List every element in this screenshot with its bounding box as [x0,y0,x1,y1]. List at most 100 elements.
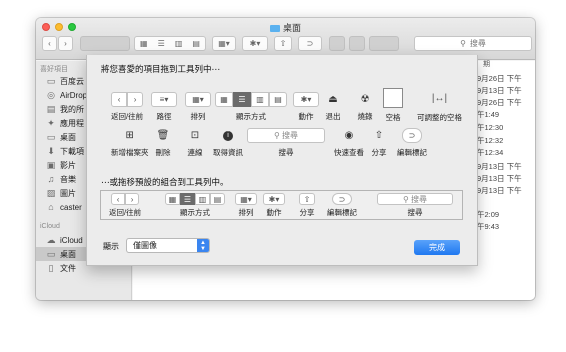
file-date: 9月26日 下午 [477,98,522,107]
file-date: 午12:34 [477,148,504,157]
pictures-icon: ▨ [46,188,56,198]
gear-icon: ✱▾ [249,39,261,48]
item-get-info[interactable]: i 取得資訊 [213,128,243,158]
window-title: 桌面 [36,21,535,34]
item-delete[interactable]: 🗑 刪除 [155,128,171,158]
item-edit-tags[interactable]: ⊃ 編輯標記 [397,128,427,158]
default-set-heading: ⋯或拖移預設的組合到工具列中。 [101,177,229,187]
folder-icon: ▭ [46,76,56,86]
share-icon: ⇧ [299,193,315,205]
view-mode-control[interactable]: ▦ ☰ ▥ ▤ [134,36,206,51]
forward-button[interactable]: › [58,36,73,51]
item-back-forward[interactable]: ‹ › 返回/往前 [111,92,143,122]
new-folder-icon: ⊞ [125,130,134,141]
default-action: ✱▾ 動作 [263,193,285,218]
all-files-icon: ▤ [46,104,56,114]
trash-icon: 🗑 [156,130,170,141]
file-date: 9月26日 下午 [477,74,522,83]
document-icon: ▯ [48,263,54,273]
item-share[interactable]: ⇧ 分享 [371,128,387,158]
info-icon: i [220,128,236,143]
file-date: 9月13日 下午 [477,86,522,95]
folder-icon [269,25,280,32]
chevron-right-icon: › [125,193,140,205]
default-view: ▦ ☰ ▥ ▤ 顯示方式 [165,193,225,218]
gear-icon: ✱▾ [263,193,285,205]
search-icon: ⚲ [273,131,283,140]
list-view-icon: ☰ [233,92,251,107]
icon-view-icon[interactable]: ▦ [140,39,148,48]
sidebar-header-icloud: iCloud [40,223,60,230]
show-label: 顯示 [103,242,119,251]
tag-icon: ⊃ [306,39,314,48]
list-view-icon: ☰ [180,193,195,205]
default-share: ⇧ 分享 [299,193,315,217]
chevron-right-icon: › [127,92,144,107]
airdrop-icon: ◎ [47,90,55,100]
sheet-heading: 將您喜愛的項目拖到工具列中⋯ [101,64,221,74]
file-date: 午1:49 [477,110,500,119]
action-button[interactable]: ✱▾ [242,36,268,51]
file-date: 午9:43 [477,222,500,231]
arrange-icon: ▦▾ [185,92,211,107]
coverflow-view-icon: ▤ [269,92,287,107]
search-icon: ⚲ [402,194,412,204]
item-connect[interactable]: ⊡ 連線 [187,128,203,158]
file-date: 午12:32 [477,136,504,145]
icon-view-icon: ▦ [215,92,233,107]
item-burn[interactable]: ☢ 燒錄 [357,92,373,122]
flexible-space-icon: |↔| [431,92,448,104]
desktop-icon: ▭ [46,132,56,142]
column-view-icon[interactable]: ▥ [175,39,183,48]
share-icon: ⇧ [374,130,384,141]
search-icon: ⚲ [460,39,466,48]
file-date: 午2:09 [477,210,500,219]
item-flexible-space[interactable]: |↔| 可調整的空格 [417,88,462,123]
item-view[interactable]: ▦ ☰ ▥ ▤ 顯示方式 [215,92,287,122]
item-space[interactable]: 空格 [383,88,403,123]
space-icon [383,88,403,108]
list-view-icon[interactable]: ☰ [158,39,165,48]
burn-icon: ☢ [360,94,370,105]
file-date: 9月13日 下午 [477,174,522,183]
show-select[interactable]: 僅圖像 ▲ ▼ [126,238,210,253]
toolbar-placeholder-1 [329,36,345,51]
music-icon: ♫ [47,174,55,184]
default-edit-tags: ⊃ 編輯標記 [327,193,357,217]
customize-toolbar-sheet: 將您喜愛的項目拖到工具列中⋯ ‹ › 返回/往前 ≡▾ 路徑 ▦▾ 排列 ▦ ☰ ▥ ▤… [86,55,478,266]
path-placeholder [80,36,130,51]
item-arrange[interactable]: ▦▾ 排列 [185,92,211,122]
back-button[interactable]: ‹ [42,36,57,51]
search-field[interactable]: ⚲ 搜尋 [414,36,532,51]
title-bar: 桌面 ‹ › ▦ ☰ ▥ ▤ ▦▾ ✱▾ ⇧ ⊃ ⚲ 搜尋 [36,18,535,60]
coverflow-view-icon[interactable]: ▤ [192,39,200,48]
search-field-sample: ⚲ 搜尋 [247,128,325,143]
date-column-header[interactable]: 期 [483,59,490,69]
item-action[interactable]: ✱▾ 動作 [293,92,319,122]
gear-icon: ✱▾ [293,92,319,107]
item-quick-look[interactable]: ◉ 快速查看 [334,128,364,158]
default-search: ⚲ 搜尋 搜尋 [377,193,453,218]
toolbar-placeholder-3 [369,36,399,51]
item-path[interactable]: ≡▾ 路徑 [151,92,177,122]
column-view-icon: ▥ [195,193,210,205]
share-icon: ⇧ [279,39,287,48]
connect-icon: ⊡ [190,130,200,141]
item-new-folder[interactable]: ⊞ 新增檔案夾 [111,128,149,158]
download-icon: ⬇ [47,146,55,156]
default-back-forward: ‹ › 返回/往前 [109,193,142,217]
item-eject[interactable]: ⏏ 退出 [325,92,341,122]
share-button[interactable]: ⇧ [274,36,292,51]
done-button[interactable]: 完成 [414,240,460,255]
file-date: 午12:30 [477,123,504,132]
arrange-icon: ▦▾ [235,193,257,205]
edit-tags-button[interactable]: ⊃ [298,36,322,51]
item-search[interactable]: ⚲ 搜尋 搜尋 [247,128,325,158]
arrange-button[interactable]: ▦▾ [212,36,236,51]
default-toolbar-set[interactable]: ‹ › 返回/往前 ▦ ☰ ▥ ▤ 顯示方式 ▦▾ 排列 ✱▾ 動作 ⇧ 分享 ⊃ 編輯… [100,190,463,220]
search-field-sample: ⚲ 搜尋 [377,193,453,205]
path-icon: ≡▾ [151,92,177,107]
home-icon: ⌂ [48,202,54,212]
tag-icon: ⊃ [332,193,352,205]
applications-icon: ✦ [47,118,55,128]
